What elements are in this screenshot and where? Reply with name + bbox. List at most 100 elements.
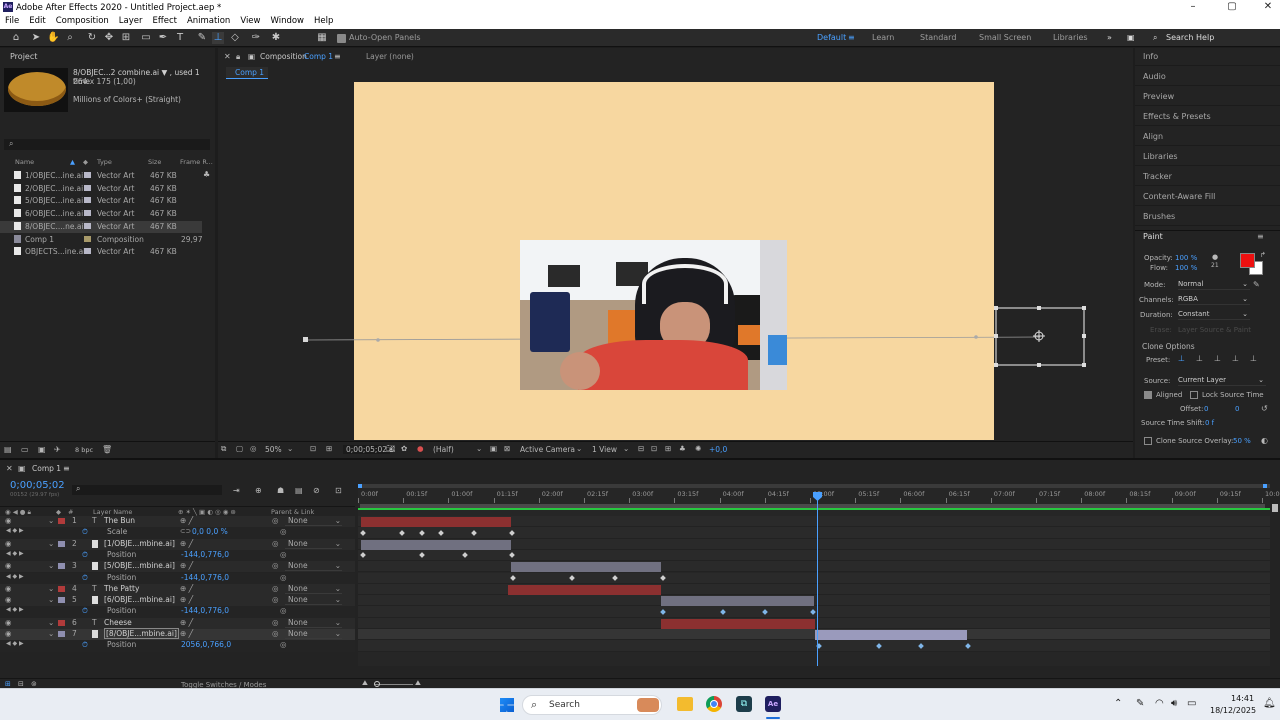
- layer-switches[interactable]: ⊕ ╱: [180, 618, 193, 627]
- pick-whip-icon[interactable]: ◎: [272, 516, 279, 525]
- lock-source-time-checkbox[interactable]: [1190, 391, 1198, 399]
- layer-switches[interactable]: ⊕ ╱: [180, 584, 193, 593]
- foreground-color-swatch[interactable]: [1240, 253, 1255, 268]
- workspace-standard[interactable]: Standard: [920, 33, 956, 42]
- layer-label-color[interactable]: [58, 619, 65, 626]
- region-icon[interactable]: ⊞: [326, 444, 332, 453]
- layer-label-color[interactable]: [58, 518, 65, 524]
- menu-window[interactable]: Window: [265, 15, 309, 29]
- pan-behind-tool-icon[interactable]: ⊞: [120, 32, 132, 44]
- reset-exposure-icon[interactable]: ✺: [695, 444, 701, 453]
- project-item[interactable]: 2/OBJEC...ine.ai Vector Art 467 KB: [0, 183, 202, 196]
- workspace-learn[interactable]: Learn: [872, 33, 894, 42]
- offset-x[interactable]: 0: [1204, 405, 1208, 413]
- layer-duration-bar[interactable]: [511, 562, 661, 573]
- opacity-value[interactable]: 100 %: [1175, 254, 1197, 262]
- eraser-tool-icon[interactable]: ◇: [229, 32, 241, 44]
- project-item[interactable]: 6/OBJEC...ine.ai Vector Art 467 KB: [0, 208, 202, 221]
- transfer-controls-icon[interactable]: ⊟: [18, 680, 24, 688]
- camera-tool-icon[interactable]: ✥: [103, 32, 115, 44]
- show-snapshot-icon[interactable]: ✿: [401, 444, 407, 453]
- roi-icon[interactable]: ▣: [490, 444, 497, 453]
- layer-duration-bar[interactable]: [508, 584, 661, 595]
- timeline-search-input[interactable]: ⌕: [72, 484, 222, 495]
- visibility-eye-icon[interactable]: ◉: [5, 595, 12, 604]
- layer-row[interactable]: ◉ ⌄ 4 T The Patty ⊕ ╱ ◎ None ⌄: [0, 583, 355, 596]
- flowchart-icon[interactable]: ♣: [679, 444, 686, 453]
- duration-dropdown[interactable]: Constant ⌄: [1178, 310, 1250, 320]
- flowchart-icon[interactable]: ♣: [203, 170, 210, 179]
- clone-preset-4-icon[interactable]: ⊥: [1232, 354, 1239, 363]
- close-icon[interactable]: ✕: [1258, 1, 1278, 12]
- project-tab[interactable]: Project: [10, 52, 37, 61]
- rectangle-tool-icon[interactable]: ▭: [140, 32, 152, 44]
- frame-blending-icon[interactable]: ▤: [295, 486, 303, 495]
- layer-name[interactable]: [6/OBJE...mbine.ai]: [104, 595, 175, 604]
- paint-title[interactable]: Paint: [1143, 232, 1163, 241]
- auto-open-checkbox[interactable]: [337, 34, 346, 43]
- vr-icon[interactable]: ▢: [236, 444, 243, 453]
- stopwatch-icon[interactable]: ⏱: [82, 606, 88, 616]
- battery-icon[interactable]: ▭: [1187, 698, 1196, 709]
- eyedropper-icon[interactable]: ✎: [1253, 280, 1260, 289]
- rotate-tool-icon[interactable]: ↻: [86, 32, 98, 44]
- layer-duration-bar[interactable]: [361, 539, 511, 550]
- clone-overlay-value[interactable]: 50 %: [1233, 437, 1251, 445]
- layer-switches[interactable]: ⊕ ╱: [180, 561, 193, 570]
- panel-tracker[interactable]: Tracker: [1143, 172, 1172, 181]
- home-icon[interactable]: ⌂: [10, 32, 22, 44]
- layer-name[interactable]: Cheese: [104, 618, 132, 627]
- search-help-input[interactable]: Search Help: [1166, 33, 1214, 42]
- menu-animation[interactable]: Animation: [182, 15, 235, 29]
- panel-align[interactable]: Align: [1143, 132, 1163, 141]
- menu-file[interactable]: File: [0, 15, 24, 29]
- aligned-checkbox[interactable]: [1144, 391, 1152, 399]
- playhead-line[interactable]: [817, 492, 818, 666]
- label-swatch[interactable]: [84, 197, 91, 204]
- property-value[interactable]: -144,0,776,0: [181, 606, 229, 615]
- stopwatch-icon[interactable]: ⏱: [82, 640, 88, 650]
- menu-view[interactable]: View: [235, 15, 265, 29]
- wifi-icon[interactable]: ◠: [1155, 698, 1164, 709]
- workspace-menu-icon[interactable]: ≡: [848, 33, 855, 42]
- keyframe-navigator[interactable]: ◀ ◆ ▶: [6, 550, 24, 557]
- label-swatch[interactable]: [84, 235, 91, 242]
- layer-duration-bar[interactable]: [815, 630, 967, 640]
- project-item[interactable]: OBJECTS...ine.ai Vector Art 467 KB: [0, 246, 202, 259]
- visibility-eye-icon[interactable]: ◉: [5, 516, 12, 525]
- motion-blur-icon[interactable]: ⊘: [313, 486, 320, 495]
- visibility-eye-icon[interactable]: ◉: [5, 539, 12, 548]
- project-item[interactable]: 1/OBJEC...ine.ai Vector Art 467 KB: [0, 170, 202, 183]
- close-tab-icon[interactable]: ✕: [6, 464, 13, 473]
- stopwatch-icon[interactable]: ⏱: [82, 527, 88, 537]
- pick-whip-icon[interactable]: ◎: [272, 561, 279, 570]
- selection-tool-icon[interactable]: ➤: [30, 32, 42, 44]
- snapshot-icon[interactable]: 📷︎: [386, 444, 396, 453]
- label-swatch[interactable]: [84, 184, 91, 191]
- panel-content-aware-fill[interactable]: Content-Aware Fill: [1143, 192, 1215, 201]
- workspace-libraries[interactable]: Libraries: [1053, 33, 1088, 42]
- zoom-slider[interactable]: [375, 684, 413, 685]
- panel-info[interactable]: Info: [1143, 52, 1158, 61]
- clone-preset-3-icon[interactable]: ⊥: [1214, 354, 1221, 363]
- pick-whip-icon[interactable]: ◎: [272, 584, 279, 593]
- interpret-footage-icon[interactable]: ▤: [4, 445, 12, 454]
- visibility-eye-icon[interactable]: ◉: [5, 561, 12, 570]
- stopwatch-icon[interactable]: ⏱: [82, 550, 88, 560]
- clone-preset-5-icon[interactable]: ⊥: [1250, 354, 1257, 363]
- mode-dropdown[interactable]: Normal ⌄: [1178, 280, 1250, 290]
- camera-dropdown[interactable]: Active Camera: [520, 445, 575, 454]
- project-settings-icon[interactable]: ✈: [54, 445, 61, 454]
- expand-chevron-icon[interactable]: ⌄: [48, 561, 54, 570]
- taskbar-search-input[interactable]: ⌕ Search: [522, 695, 662, 715]
- panel-effects-presets[interactable]: Effects & Presets: [1143, 112, 1211, 121]
- layer-label-color[interactable]: [58, 597, 65, 604]
- toggle-pixel-aspect-icon[interactable]: ⊟: [638, 444, 644, 453]
- layer-name[interactable]: [5/OBJE...mbine.ai]: [104, 561, 175, 570]
- zoom-tool-icon[interactable]: ⌕: [64, 32, 76, 44]
- resolution-dropdown[interactable]: (Half): [433, 445, 454, 454]
- parent-dropdown[interactable]: None ⌄: [285, 618, 342, 628]
- parent-dropdown[interactable]: None ⌄: [285, 629, 342, 639]
- fast-previews-icon[interactable]: ⊡: [651, 444, 657, 453]
- swap-colors-icon[interactable]: ↱: [1260, 251, 1266, 259]
